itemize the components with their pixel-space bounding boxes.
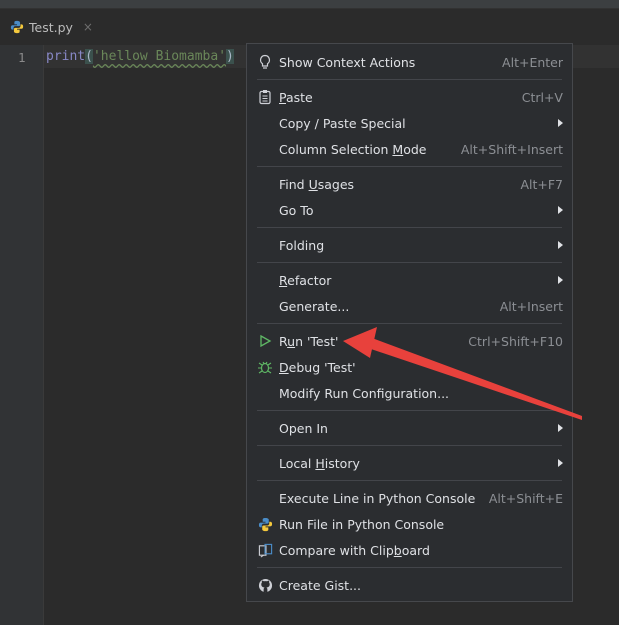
menu-separator [257, 79, 562, 80]
submenu-arrow-icon [558, 206, 563, 214]
shortcut-label: Ctrl+V [521, 89, 563, 105]
menu-item-label: Copy / Paste Special [279, 115, 406, 131]
menu-item-show-context-actions[interactable]: Show Context Actions Alt+Enter [247, 49, 572, 75]
mnemonic: M [392, 141, 404, 157]
menu-item-paste[interactable]: Paste Ctrl+V [247, 84, 572, 110]
editor-tab-bar: Test.py × [0, 9, 619, 45]
menu-item-compare-with-clipboard[interactable]: Compare with Clipboard [247, 537, 572, 563]
menu-separator [257, 410, 562, 411]
menu-item-go-to[interactable]: Go To [247, 197, 572, 223]
menu-separator [257, 166, 562, 167]
shortcut-label: Alt+Insert [499, 298, 563, 314]
mnemonic: R [279, 272, 288, 288]
run-icon [257, 333, 273, 349]
menu-item-find-usages[interactable]: Find Usages Alt+F7 [247, 171, 572, 197]
menu-item-label: Compare with Clipboard [279, 542, 430, 558]
shortcut-label: Alt+Enter [502, 54, 563, 70]
menu-item-label: Folding [279, 237, 325, 253]
menu-item-generate[interactable]: Generate... Alt+Insert [247, 293, 572, 319]
shortcut-label: Alt+F7 [520, 176, 563, 192]
compare-icon [257, 542, 273, 558]
tab-filename: Test.py [29, 19, 73, 35]
menu-item-label: Show Context Actions [279, 54, 416, 70]
menu-item-label: Find Usages [279, 176, 355, 192]
python-file-icon [10, 20, 24, 34]
menu-item-label: Local History [279, 455, 360, 471]
menu-item-label: Execute Line in Python Console [279, 490, 476, 506]
menu-item-label: Run File in Python Console [279, 516, 445, 532]
menu-item-column-selection-mode[interactable]: Column Selection Mode Alt+Shift+Insert [247, 136, 572, 162]
submenu-arrow-icon [558, 119, 563, 127]
menu-item-label: Open In [279, 420, 328, 436]
tab-test-py[interactable]: Test.py × [0, 9, 100, 45]
mnemonic: b [393, 542, 402, 558]
menu-item-label: Modify Run Configuration... [279, 385, 450, 401]
menu-item-refactor[interactable]: Refactor [247, 267, 572, 293]
menu-item-create-gist[interactable]: Create Gist... [247, 572, 572, 598]
submenu-arrow-icon [558, 241, 563, 249]
github-icon [257, 577, 273, 593]
shortcut-label: Alt+Shift+Insert [460, 141, 563, 157]
mnemonic: H [315, 455, 325, 471]
code-paren-close: ) [226, 49, 234, 64]
menu-separator [257, 323, 562, 324]
menu-item-run-file-in-python-console[interactable]: Run File in Python Console [247, 511, 572, 537]
menu-item-local-history[interactable]: Local History [247, 450, 572, 476]
menu-item-modify-run-configuration[interactable]: Modify Run Configuration... [247, 380, 572, 406]
menu-item-label: Create Gist... [279, 577, 362, 593]
line-gutter [0, 45, 44, 625]
menu-item-label: Refactor [279, 272, 332, 288]
menu-item-run-test[interactable]: Run 'Test' Ctrl+Shift+F10 [247, 328, 572, 354]
lightbulb-icon [257, 54, 273, 70]
submenu-arrow-icon [558, 424, 563, 432]
mnemonic: P [279, 89, 286, 105]
menu-separator [257, 227, 562, 228]
menu-separator [257, 445, 562, 446]
clipboard-icon [257, 89, 273, 105]
close-tab-icon[interactable]: × [83, 20, 93, 34]
submenu-arrow-icon [558, 276, 563, 284]
menu-item-label: Go To [279, 202, 314, 218]
mnemonic: D [279, 359, 289, 375]
menu-separator [257, 480, 562, 481]
submenu-arrow-icon [558, 459, 563, 467]
menu-item-folding[interactable]: Folding [247, 232, 572, 258]
shortcut-label: Alt+Shift+E [488, 490, 563, 506]
menu-separator [257, 567, 562, 568]
menu-item-execute-line-in-python-console[interactable]: Execute Line in Python Console Alt+Shift+… [247, 485, 572, 511]
code-line[interactable]: print('hellow Biomamba') [46, 49, 234, 64]
menu-item-label: Generate... [279, 298, 350, 314]
menu-item-copy-paste-special[interactable]: Copy / Paste Special [247, 110, 572, 136]
code-string: 'hellow Biomamba' [92, 49, 227, 64]
shortcut-label: Ctrl+Shift+F10 [468, 333, 563, 349]
menu-item-label: Paste [279, 89, 313, 105]
code-function: print [46, 49, 86, 64]
code-paren-open: ( [85, 49, 93, 64]
title-bar [0, 0, 619, 9]
menu-separator [257, 262, 562, 263]
menu-item-label: Run 'Test' [279, 333, 339, 349]
line-number: 1 [18, 50, 26, 65]
python-icon [257, 516, 273, 532]
menu-item-label: Debug 'Test' [279, 359, 356, 375]
mnemonic: U [308, 176, 318, 192]
menu-item-debug-test[interactable]: Debug 'Test' [247, 354, 572, 380]
menu-item-open-in[interactable]: Open In [247, 415, 572, 441]
context-menu: Show Context Actions Alt+Enter Paste Ctrl+V… [246, 43, 573, 602]
menu-item-label: Column Selection Mode [279, 141, 427, 157]
debug-icon [257, 359, 273, 375]
mnemonic: u [287, 333, 296, 349]
